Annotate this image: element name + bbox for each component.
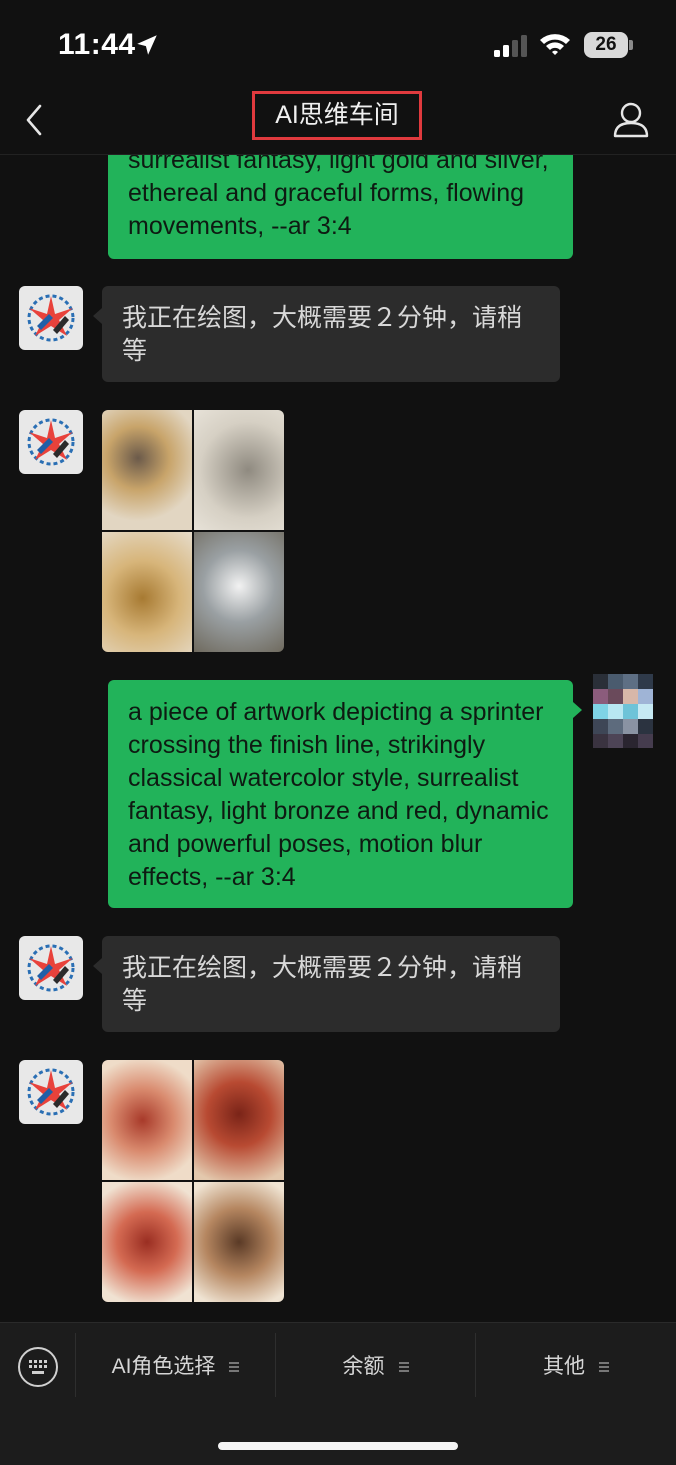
bot-avatar[interactable] (19, 1060, 83, 1124)
chat-message-list[interactable]: surrealist fantasy, light gold and silve… (0, 154, 676, 1322)
image-tile (102, 532, 192, 652)
battery-indicator: 26 (584, 32, 628, 58)
bot-logo-icon (27, 418, 75, 466)
chat-title: AI思维车间 (275, 101, 399, 129)
profile-icon[interactable] (608, 100, 654, 140)
message-bubble-incoming[interactable]: 我正在绘图，大概需要２分钟，请稍等 (102, 936, 560, 1032)
submenu-icon (229, 1360, 240, 1374)
menu-item-ai-role[interactable]: AI角色选择 (76, 1343, 275, 1391)
nav-bar: AI思维车间 (0, 90, 676, 155)
message-text: surrealist fantasy, light gold and silve… (128, 154, 549, 240)
user-avatar[interactable] (593, 674, 653, 748)
keyboard-toggle-button[interactable] (18, 1347, 58, 1387)
bot-logo-icon (27, 1068, 75, 1116)
bot-logo-icon (27, 294, 75, 342)
location-arrow-icon (137, 35, 157, 55)
bot-avatar[interactable] (19, 286, 83, 350)
bubble-tail (573, 702, 582, 718)
image-tile (102, 1182, 192, 1302)
status-bar: 11:44 26 (0, 0, 676, 90)
menu-item-label: AI角色选择 (111, 1355, 216, 1378)
bubble-tail (93, 958, 102, 974)
cellular-signal-icon (494, 35, 527, 57)
message-text: 我正在绘图，大概需要２分钟，请稍等 (122, 954, 523, 1015)
battery-level: 26 (595, 34, 617, 55)
battery-tip (629, 40, 633, 50)
bubble-tail (93, 308, 102, 324)
image-tile (102, 410, 192, 530)
image-tile (194, 410, 284, 530)
submenu-icon (398, 1360, 409, 1374)
bot-logo-icon (27, 944, 75, 992)
menu-item-other[interactable]: 其他 (476, 1343, 676, 1391)
pixelated-avatar-icon (593, 674, 653, 748)
generated-image-grid[interactable] (102, 1060, 284, 1302)
message-bubble-outgoing[interactable]: surrealist fantasy, light gold and silve… (108, 154, 573, 259)
image-tile (102, 1060, 192, 1180)
image-tile (194, 1060, 284, 1180)
image-tile (194, 1182, 284, 1302)
message-bubble-incoming[interactable]: 我正在绘图，大概需要２分钟，请稍等 (102, 286, 560, 382)
generated-image-grid[interactable] (102, 410, 284, 652)
back-chevron-icon[interactable] (14, 98, 58, 142)
message-bubble-outgoing[interactable]: a piece of artwork depicting a sprinter … (108, 680, 573, 908)
menu-item-balance[interactable]: 余额 (276, 1343, 475, 1391)
submenu-icon (599, 1360, 609, 1374)
bot-avatar[interactable] (19, 410, 83, 474)
message-text: 我正在绘图，大概需要２分钟，请稍等 (122, 304, 523, 365)
message-text: a piece of artwork depicting a sprinter … (128, 698, 549, 891)
image-tile (194, 532, 284, 652)
menu-item-label: 余额 (342, 1355, 385, 1378)
keyboard-icon (29, 1360, 47, 1374)
bot-avatar[interactable] (19, 936, 83, 1000)
title-highlight-box: AI思维车间 (252, 91, 422, 140)
wifi-icon (540, 34, 570, 55)
home-indicator[interactable] (218, 1442, 458, 1450)
menu-item-label: 其他 (543, 1355, 585, 1378)
status-time: 11:44 (58, 28, 136, 61)
